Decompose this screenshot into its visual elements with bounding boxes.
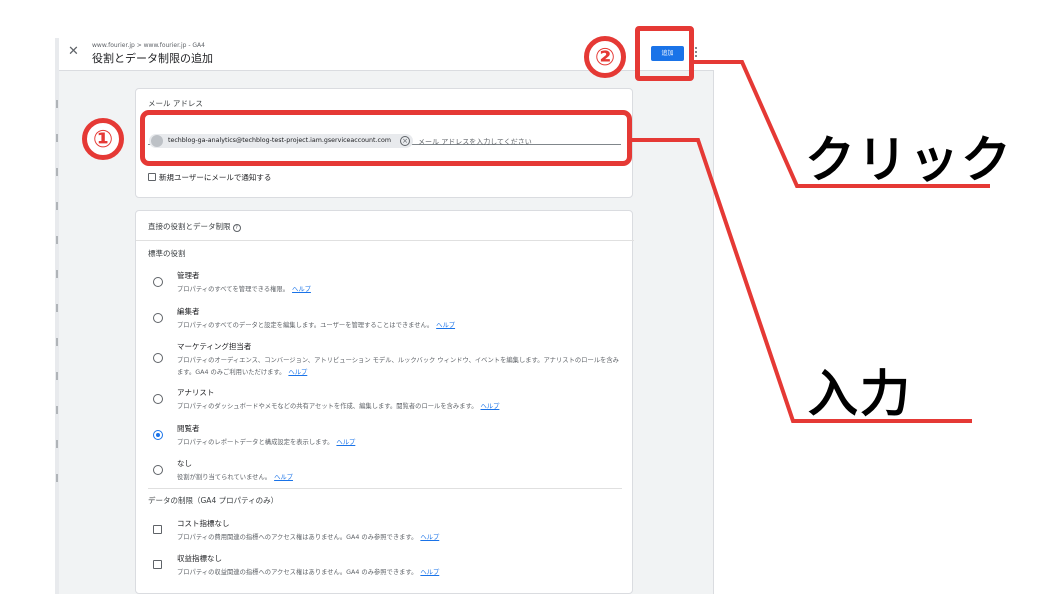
- email-section-label: メール アドレス: [148, 99, 203, 108]
- restriction-name: 収益指標なし: [177, 554, 222, 563]
- button-highlight-box: [635, 26, 694, 81]
- role-name: 管理者: [177, 271, 200, 280]
- notify-checkbox[interactable]: [148, 173, 156, 181]
- click-annotation-label: クリック: [805, 131, 1013, 189]
- step-2-marker: ②: [584, 36, 626, 78]
- role-radio[interactable]: [153, 465, 163, 475]
- role-desc: プロパティのレポートデータと構成設定を表示します。 ヘルプ: [177, 439, 356, 446]
- roles-section-title: 直接の役割とデータ制限?: [148, 221, 241, 232]
- help-link[interactable]: ヘルプ: [436, 322, 455, 329]
- standard-roles-title: 標準の役割: [148, 249, 186, 258]
- close-icon[interactable]: ✕: [68, 45, 80, 58]
- role-desc: プロパティのオーディエンス、コンバージョン、アトリビューション モデル、ルックバ…: [177, 357, 619, 376]
- restriction-checkbox[interactable]: [153, 560, 162, 569]
- role-desc: プロパティのダッシュボードやメモなどの共有アセットを作成、編集します。閲覧者のロ…: [177, 403, 500, 410]
- role-radio[interactable]: [153, 394, 163, 404]
- role-desc: 役割が割り当てられていません。 ヘルプ: [177, 474, 293, 481]
- roles-card: 直接の役割とデータ制限? 標準の役割 管理者 プロパティのすべてを管理できる権限…: [135, 210, 634, 594]
- help-link[interactable]: ヘルプ: [288, 369, 307, 376]
- role-radio[interactable]: [153, 353, 163, 363]
- role-name: アナリスト: [177, 388, 215, 397]
- help-link[interactable]: ヘルプ: [292, 286, 311, 293]
- role-desc: プロパティのすべてを管理できる権限。 ヘルプ: [177, 286, 311, 293]
- role-desc: プロパティのすべてのデータと設定を編集します。ユーザーを管理することはできません…: [177, 322, 456, 329]
- role-radio-selected[interactable]: [153, 430, 163, 440]
- screenshot-stage: ✕ www.fourier.jp > www.fourier.jp - GA4 …: [0, 0, 1055, 594]
- restriction-desc: プロパティの収益関連の指標へのアクセス権はありません。GA4 のみ参照できます。…: [177, 569, 440, 576]
- breadcrumb: www.fourier.jp > www.fourier.jp - GA4: [92, 42, 205, 49]
- help-link[interactable]: ヘルプ: [481, 403, 500, 410]
- data-restrictions-title: データの制限（GA4 プロパティのみ）: [148, 496, 279, 505]
- input-highlight-box: [140, 110, 632, 166]
- role-name: 編集者: [177, 307, 200, 316]
- divider: [136, 240, 634, 241]
- role-radio[interactable]: [153, 313, 163, 323]
- divider: [148, 488, 622, 489]
- role-name: 閲覧者: [177, 424, 200, 433]
- restriction-name: コスト指標なし: [177, 519, 230, 528]
- page-title: 役割とデータ制限の追加: [92, 52, 213, 65]
- restriction-desc: プロパティの費用関連の指標へのアクセス権はありません。GA4 のみ参照できます。…: [177, 534, 440, 541]
- help-link[interactable]: ヘルプ: [420, 534, 439, 541]
- restriction-checkbox[interactable]: [153, 525, 162, 534]
- step-1-marker: ①: [82, 118, 124, 160]
- more-vert-icon[interactable]: [695, 47, 699, 61]
- help-icon[interactable]: ?: [232, 224, 241, 232]
- role-name: なし: [177, 459, 192, 468]
- help-link[interactable]: ヘルプ: [274, 474, 293, 481]
- role-radio[interactable]: [153, 277, 163, 287]
- help-link[interactable]: ヘルプ: [420, 569, 439, 576]
- notify-label: 新規ユーザーにメールで通知する: [159, 173, 272, 182]
- role-name: マーケティング担当者: [177, 342, 252, 351]
- notify-option[interactable]: 新規ユーザーにメールで通知する: [148, 172, 271, 183]
- help-link[interactable]: ヘルプ: [336, 439, 355, 446]
- input-annotation-label: 入力: [808, 365, 912, 423]
